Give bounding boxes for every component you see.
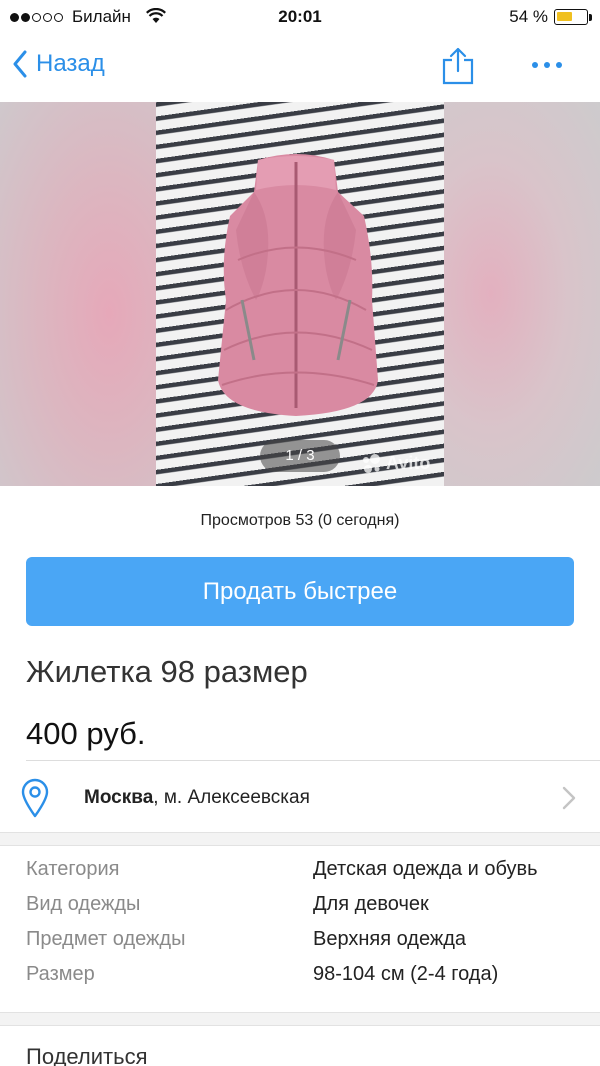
battery-percent: 54 % bbox=[509, 7, 548, 26]
param-value: Детская одежда и обувь bbox=[313, 858, 538, 880]
location-metro: , м. Алексеевская bbox=[153, 787, 310, 808]
ad-price: 400 руб. bbox=[26, 716, 146, 751]
battery-icon bbox=[554, 9, 588, 25]
param-row: Размер 98-104 см (2-4 года) bbox=[26, 963, 586, 998]
param-label: Предмет одежды bbox=[26, 928, 186, 950]
ad-parameters: Категория Детская одежда и обувь Вид оде… bbox=[26, 858, 586, 998]
ad-title: Жилетка 98 размер bbox=[26, 654, 308, 689]
param-value: 98-104 см (2-4 года) bbox=[313, 963, 499, 985]
back-chevron-icon bbox=[13, 50, 27, 78]
param-label: Вид одежды bbox=[26, 893, 141, 915]
sell-faster-button[interactable]: Продать быстрее bbox=[26, 557, 574, 626]
navigation-bar: Назад bbox=[0, 36, 600, 102]
section-separator bbox=[0, 1012, 600, 1026]
photo-gallery[interactable]: 1 / 3 Avito bbox=[0, 102, 600, 486]
location-text: Москва, м. Алексеевская bbox=[84, 787, 310, 809]
views-count: Просмотров 53 (0 сегодня) bbox=[200, 512, 400, 529]
param-label: Размер bbox=[26, 963, 95, 985]
share-icon[interactable] bbox=[440, 46, 476, 91]
share-section-title[interactable]: Поделиться bbox=[26, 1044, 147, 1066]
photo-counter: 1 / 3 bbox=[260, 440, 340, 472]
location-city: Москва bbox=[84, 787, 154, 808]
location-pin-icon bbox=[21, 778, 49, 818]
blurred-background-left bbox=[0, 102, 156, 486]
back-button[interactable]: Назад bbox=[12, 50, 105, 78]
param-row: Предмет одежды Верхняя одежда bbox=[26, 928, 586, 963]
vest-image bbox=[218, 154, 378, 416]
back-label: Назад bbox=[36, 50, 105, 77]
product-photo[interactable]: 1 / 3 Avito bbox=[156, 102, 444, 486]
watermark-text: Avito bbox=[386, 452, 431, 473]
section-separator bbox=[0, 832, 600, 846]
param-value: Для девочек bbox=[313, 893, 429, 915]
avito-logo-icon: Avito bbox=[360, 452, 430, 474]
blurred-background-right bbox=[444, 102, 600, 486]
param-label: Категория bbox=[26, 858, 120, 880]
param-row: Вид одежды Для девочек bbox=[26, 893, 586, 928]
param-row: Категория Детская одежда и обувь bbox=[26, 858, 586, 893]
param-value: Верхняя одежда bbox=[313, 928, 467, 950]
chevron-right-icon bbox=[562, 786, 576, 810]
battery-tip bbox=[589, 14, 592, 21]
location-row[interactable]: Москва, м. Алексеевская bbox=[0, 760, 600, 834]
more-icon[interactable] bbox=[532, 62, 562, 68]
status-bar: Билайн 20:01 54 % bbox=[0, 0, 600, 36]
